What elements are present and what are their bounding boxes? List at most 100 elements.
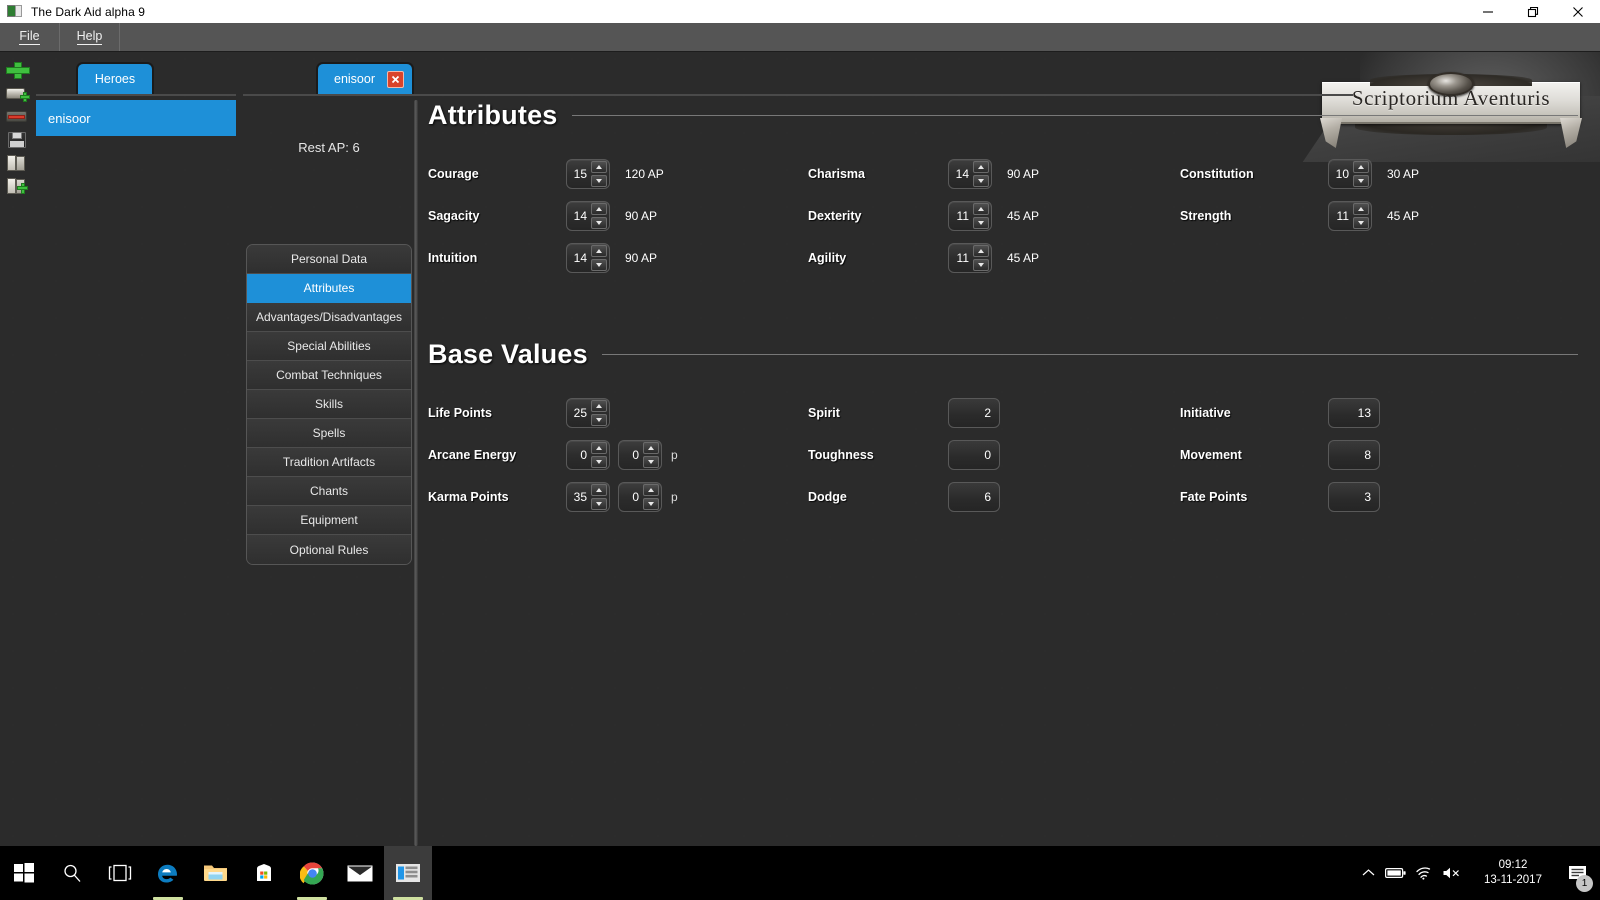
stepper-down-icon[interactable]	[973, 217, 989, 229]
sidebar-item-skills[interactable]: Skills	[247, 390, 411, 419]
sidebar-item-equipment[interactable]: Equipment	[247, 506, 411, 535]
stepper-down-icon[interactable]	[1353, 175, 1369, 187]
chrome-button[interactable]	[288, 846, 336, 900]
stepper-down-icon[interactable]	[591, 456, 607, 468]
attributes-section-header: Attributes	[428, 100, 1600, 131]
stepper-up-icon[interactable]	[973, 161, 989, 173]
stepper-up-icon[interactable]	[591, 442, 607, 454]
stepper-up-icon[interactable]	[591, 203, 607, 215]
stepper-up-icon[interactable]	[643, 442, 659, 454]
stepper-down-icon[interactable]	[1353, 217, 1369, 229]
base-value-stepper[interactable]: 35	[566, 482, 610, 512]
sidebar-item-personal-data[interactable]: Personal Data	[247, 245, 411, 274]
base-value-permanent-stepper[interactable]: 0	[618, 440, 662, 470]
attribute-stepper[interactable]: 11	[948, 243, 992, 273]
show-hidden-icons-chevron-icon[interactable]	[1354, 846, 1382, 900]
save-icon[interactable]	[6, 131, 30, 148]
windows-taskbar: 09:12 13-11-2017 1	[0, 846, 1600, 900]
notification-center-button[interactable]: 1	[1560, 846, 1596, 900]
file-explorer-button[interactable]	[192, 846, 240, 900]
stepper-down-icon[interactable]	[591, 498, 607, 510]
attribute-cost: 45 AP	[1387, 209, 1420, 223]
delete-icon[interactable]	[6, 108, 30, 125]
sidebar-item-label: Combat Techniques	[276, 368, 382, 382]
stepper-up-icon[interactable]	[973, 203, 989, 215]
attribute-stepper[interactable]: 11	[948, 201, 992, 231]
stepper-up-icon[interactable]	[591, 484, 607, 496]
add-document-icon[interactable]	[6, 85, 30, 102]
tab-close-icon[interactable]	[387, 70, 404, 88]
stepper-down-icon[interactable]	[643, 498, 659, 510]
base-value-row-karma-points: Karma Points 35 0 p	[428, 476, 808, 518]
volume-muted-icon[interactable]	[1438, 846, 1466, 900]
stepper-up-icon[interactable]	[1353, 161, 1369, 173]
menu-help[interactable]: Help	[60, 23, 120, 51]
content-scrollbar[interactable]	[414, 100, 418, 846]
notification-badge: 1	[1576, 875, 1593, 892]
stepper-down-icon[interactable]	[591, 175, 607, 187]
stepper-up-icon[interactable]	[591, 400, 607, 412]
menu-file[interactable]: File	[0, 23, 60, 51]
minimize-icon[interactable]	[1465, 0, 1510, 23]
stepper-down-icon[interactable]	[643, 456, 659, 468]
attribute-value: 11	[956, 251, 969, 265]
add-hero-icon[interactable]	[6, 62, 30, 79]
sidebar-item-advantages-disadvantages[interactable]: Advantages/Disadvantages	[247, 303, 411, 332]
tab-enisoor[interactable]: enisoor	[318, 64, 412, 94]
attribute-stepper[interactable]: 14	[566, 243, 610, 273]
hero-list: enisoor	[36, 100, 236, 136]
attribute-stepper[interactable]: 15	[566, 159, 610, 189]
search-button[interactable]	[48, 846, 96, 900]
section-divider	[571, 115, 1578, 116]
base-value-row-life-points: Life Points 25	[428, 392, 808, 434]
start-button[interactable]	[0, 846, 48, 900]
base-value-stepper[interactable]: 0	[566, 440, 610, 470]
stepper-up-icon[interactable]	[591, 161, 607, 173]
sidebar-item-label: Chants	[309, 484, 349, 498]
sidebar-item-spells[interactable]: Spells	[247, 419, 411, 448]
attribute-stepper[interactable]: 14	[948, 159, 992, 189]
attribute-stepper[interactable]: 14	[566, 201, 610, 231]
base-value-label: Toughness	[808, 448, 874, 462]
wifi-icon[interactable]	[1410, 846, 1438, 900]
sidebar-item-chants[interactable]: Chants	[247, 477, 411, 506]
tab-heroes[interactable]: Heroes	[78, 64, 152, 94]
base-value-stepper[interactable]: 25	[566, 398, 610, 428]
base-value-label: Initiative	[1180, 406, 1231, 420]
attribute-label: Dexterity	[808, 209, 862, 223]
sidebar-item-attributes[interactable]: Attributes	[247, 274, 411, 303]
open-book-icon[interactable]	[6, 154, 30, 171]
stepper-up-icon[interactable]	[591, 245, 607, 257]
dark-aid-button[interactable]	[384, 846, 432, 900]
stepper-up-icon[interactable]	[643, 484, 659, 496]
attribute-stepper[interactable]: 11	[1328, 201, 1372, 231]
base-value-readonly: 6	[948, 482, 1000, 512]
sidebar-item-special-abilities[interactable]: Special Abilities	[247, 332, 411, 361]
attribute-stepper[interactable]: 10	[1328, 159, 1372, 189]
attribute-row-dexterity: Dexterity 11 45 AP	[808, 195, 1180, 237]
edge-button[interactable]	[144, 846, 192, 900]
stepper-down-icon[interactable]	[591, 414, 607, 426]
hero-panel-divider	[243, 94, 1353, 96]
stepper-down-icon[interactable]	[591, 259, 607, 271]
list-item[interactable]: enisoor	[36, 100, 236, 136]
application-window: The Dark Aid alpha 9 File Help Scriptori…	[0, 0, 1600, 900]
mail-button[interactable]	[336, 846, 384, 900]
base-value-permanent-stepper[interactable]: 0	[618, 482, 662, 512]
stepper-down-icon[interactable]	[973, 259, 989, 271]
open-add-icon[interactable]	[6, 177, 30, 194]
stepper-up-icon[interactable]	[973, 245, 989, 257]
base-values-grid: Life Points 25 Spirit 2 Initiative 13 Ar	[428, 392, 1600, 518]
stepper-down-icon[interactable]	[591, 217, 607, 229]
sidebar-item-tradition-artifacts[interactable]: Tradition Artifacts	[247, 448, 411, 477]
restore-icon[interactable]	[1510, 0, 1555, 23]
battery-icon[interactable]	[1382, 846, 1410, 900]
sidebar-item-combat-techniques[interactable]: Combat Techniques	[247, 361, 411, 390]
stepper-up-icon[interactable]	[1353, 203, 1369, 215]
stepper-down-icon[interactable]	[973, 175, 989, 187]
close-icon[interactable]	[1555, 0, 1600, 23]
taskbar-clock[interactable]: 09:12 13-11-2017	[1470, 858, 1556, 888]
microsoft-store-button[interactable]	[240, 846, 288, 900]
sidebar-item-optional-rules[interactable]: Optional Rules	[247, 535, 411, 564]
task-view-button[interactable]	[96, 846, 144, 900]
